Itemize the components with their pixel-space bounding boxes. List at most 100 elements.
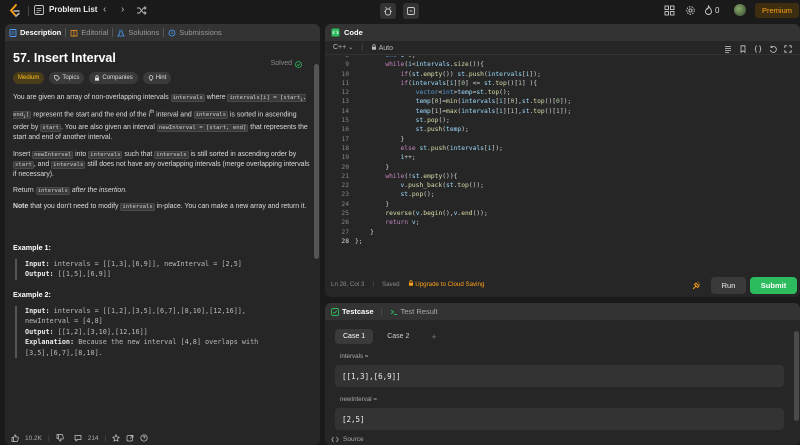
problem-list-link[interactable]: Problem List bbox=[49, 5, 97, 14]
checkbox-icon bbox=[331, 307, 339, 316]
code-line[interactable]: return v; bbox=[355, 218, 571, 227]
debugger-icon[interactable] bbox=[691, 281, 701, 291]
code-line[interactable]: temp[1]=max(intervals[i][1],st.top()[1])… bbox=[355, 107, 572, 116]
streak-count: 0 bbox=[715, 6, 720, 15]
companies-badge[interactable]: Companies bbox=[89, 72, 138, 85]
upgrade-cloud-saving-link[interactable]: Upgrade to Cloud Saving bbox=[408, 280, 484, 288]
save-status: Saved bbox=[381, 280, 400, 288]
settings-gear-icon[interactable] bbox=[685, 5, 696, 16]
help-icon[interactable] bbox=[140, 434, 148, 442]
code-line[interactable]: if(st.empty()) st.push(intervals[i]); bbox=[355, 70, 571, 79]
code-line[interactable]: else st.push(intervals[i]); bbox=[355, 144, 571, 153]
autocomplete-mode[interactable]: Auto bbox=[371, 43, 393, 52]
code-line[interactable]: i++; bbox=[355, 153, 571, 162]
case-tabs: Case 1 Case 2 + bbox=[325, 320, 800, 344]
lock-icon bbox=[408, 280, 413, 286]
line-number-gutter: 8910111213141516171819202122232425262728 bbox=[325, 56, 349, 246]
code-line[interactable]: v.push_back(st.top()); bbox=[355, 181, 571, 190]
debug-button[interactable] bbox=[380, 3, 396, 19]
code-line[interactable]: } bbox=[355, 135, 571, 144]
solved-status: Solved bbox=[271, 59, 302, 69]
tab-solutions-label: Solutions bbox=[128, 28, 160, 37]
line-number: 24 bbox=[341, 200, 349, 208]
description-footer: 10.2K | 214 | bbox=[5, 431, 320, 445]
code-line[interactable]: }; bbox=[355, 237, 571, 246]
problem-title[interactable]: 57. Insert Interval bbox=[13, 52, 312, 65]
problem-description: 57. Insert Interval Solved Medium Topics… bbox=[5, 41, 320, 359]
difficulty-badge: Medium bbox=[13, 72, 45, 85]
tab-submissions[interactable]: Submissions bbox=[164, 28, 226, 37]
notes-button[interactable] bbox=[403, 3, 419, 19]
fullscreen-icon[interactable] bbox=[784, 45, 792, 53]
case-1-tab[interactable]: Case 1 bbox=[335, 329, 374, 344]
prev-problem-icon[interactable]: ‹ bbox=[103, 4, 106, 15]
code-editor[interactable]: 8910111213141516171819202122232425262728… bbox=[325, 56, 800, 268]
star-icon[interactable] bbox=[112, 434, 121, 442]
intervals-input[interactable]: [[1,3],[6,9]] bbox=[335, 365, 784, 387]
code-line[interactable]: } bbox=[355, 163, 571, 172]
example-2-title: Example 2: bbox=[13, 289, 51, 299]
code-line[interactable]: if(intervals[i][0] <= st.top()[1] ){ bbox=[355, 79, 571, 88]
layout-grid-icon[interactable] bbox=[664, 5, 675, 16]
format-lines-icon[interactable] bbox=[724, 45, 732, 53]
line-number: 10 bbox=[341, 70, 349, 78]
leetcode-logo-icon[interactable] bbox=[9, 4, 21, 18]
description-scrollbar[interactable] bbox=[314, 64, 319, 259]
tab-editorial-label: Editorial bbox=[81, 28, 109, 37]
tab-test-result[interactable]: Test Result bbox=[390, 307, 438, 316]
code-line[interactable]: st.push(temp); bbox=[355, 125, 571, 134]
next-problem-icon[interactable]: › bbox=[121, 4, 124, 15]
description-paragraph-3: Return intervals after the insertion. bbox=[13, 187, 127, 196]
code-line[interactable]: } bbox=[355, 228, 571, 237]
testcase-panel: Testcase | Test Result Case 1 Case 2 + i… bbox=[325, 303, 800, 445]
run-button[interactable]: Run bbox=[711, 277, 746, 294]
thumbs-up-icon[interactable] bbox=[11, 434, 19, 442]
hint-badge[interactable]: Hint bbox=[142, 72, 172, 85]
code-lines[interactable]: int i=0; while(i<intervals.size()){ if(s… bbox=[355, 56, 571, 246]
add-case-button[interactable]: + bbox=[423, 329, 444, 344]
tab-testcase[interactable]: Testcase bbox=[331, 307, 374, 316]
new-interval-input[interactable]: [2,5] bbox=[335, 408, 784, 430]
testcase-tabbar: Testcase | Test Result bbox=[325, 303, 800, 320]
fire-streak-icon[interactable] bbox=[703, 5, 714, 16]
reset-icon[interactable] bbox=[769, 45, 777, 53]
line-number: 9 bbox=[345, 61, 349, 69]
submit-button[interactable]: Submit bbox=[750, 277, 797, 294]
lightbulb-icon bbox=[148, 75, 153, 81]
code-line[interactable]: while(!st.empty()){ bbox=[355, 172, 571, 181]
code-line[interactable]: reverse(v.begin(),v.end()); bbox=[355, 209, 571, 218]
language-select[interactable]: C++ ⌄ bbox=[333, 44, 353, 51]
shuffle-icon[interactable] bbox=[136, 5, 147, 16]
code-line[interactable]: vector<int>temp=st.top(); bbox=[355, 88, 571, 97]
description-paragraph-2: Insert newInterval into intervals such t… bbox=[13, 150, 310, 178]
tab-solutions[interactable]: Solutions bbox=[113, 28, 163, 37]
comment-icon[interactable] bbox=[74, 434, 82, 442]
list-icon[interactable] bbox=[34, 5, 44, 15]
testcase-scrollbar[interactable] bbox=[794, 331, 799, 421]
premium-button[interactable]: Premium bbox=[755, 3, 799, 18]
line-number: 15 bbox=[341, 117, 349, 125]
tab-description[interactable]: Description bbox=[5, 28, 65, 37]
solved-label: Solved bbox=[270, 60, 292, 67]
source-toggle[interactable]: Source bbox=[325, 433, 800, 445]
code-line[interactable]: } bbox=[355, 200, 571, 209]
flask-icon bbox=[117, 29, 126, 36]
code-brackets-icon bbox=[331, 28, 340, 37]
history-icon bbox=[168, 29, 176, 36]
code-line[interactable]: while(i<intervals.size()){ bbox=[355, 60, 571, 69]
code-line[interactable]: st.pop(); bbox=[355, 116, 571, 125]
code-line[interactable]: st.pop(); bbox=[355, 190, 571, 199]
code-tab-label: Code bbox=[344, 28, 363, 37]
braces-icon[interactable] bbox=[754, 45, 762, 53]
bookmark-icon[interactable] bbox=[739, 45, 747, 53]
case-2-tab[interactable]: Case 2 bbox=[379, 329, 417, 344]
code-tab[interactable]: Code bbox=[325, 24, 800, 41]
thumbs-down-icon[interactable] bbox=[56, 434, 64, 442]
topics-badge[interactable]: Topics bbox=[49, 72, 85, 85]
code-line[interactable]: temp[0]=min(intervals[i][0],st.top()[0])… bbox=[355, 97, 572, 106]
editor-status-bar: Ln 28, Col 3 | Saved Upgrade to Cloud Sa… bbox=[331, 280, 485, 288]
tab-editorial[interactable]: Editorial bbox=[66, 28, 112, 37]
avatar[interactable] bbox=[734, 4, 746, 16]
share-icon[interactable] bbox=[126, 434, 134, 442]
line-number: 14 bbox=[341, 107, 349, 115]
